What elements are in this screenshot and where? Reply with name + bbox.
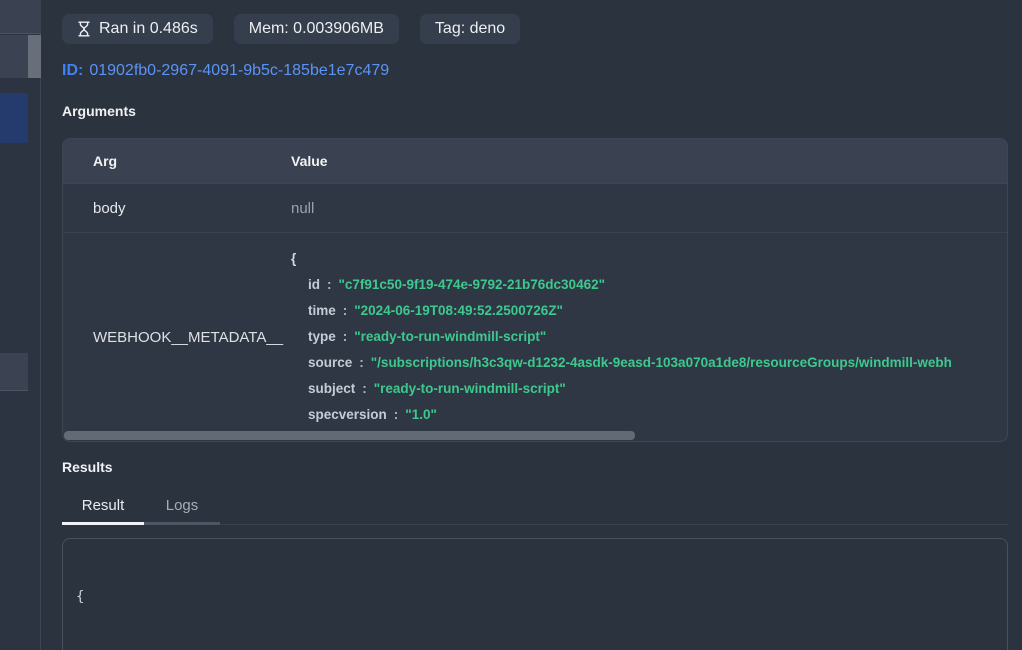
json-entry: source: "/subscriptions/h3c3qw-d1232-4asd… <box>291 350 1007 376</box>
tab-logs[interactable]: Logs <box>144 497 220 514</box>
json-key: type <box>308 329 336 344</box>
job-id-link[interactable]: 01902fb0-2967-4091-9b5c-185be1e7c479 <box>89 62 389 79</box>
table-row-webhook-metadata: WEBHOOK__METADATA__ { id: "c7f91c50-9f19-… <box>63 233 1007 441</box>
results-tabbar: Result Logs <box>62 493 1008 525</box>
sidebar-scrollbar-thumb[interactable] <box>28 35 41 78</box>
results-title: Results <box>62 459 113 475</box>
json-key: subject <box>308 381 355 396</box>
run-stats-row: Ran in 0.486s Mem: 0.003906MB Tag: deno <box>62 14 520 44</box>
arg-name-cell: WEBHOOK__METADATA__ <box>63 233 291 441</box>
json-colon: : <box>327 277 332 292</box>
json-value: "ready-to-run-windmill-script" <box>354 329 546 344</box>
json-colon: : <box>343 329 348 344</box>
tab-result-active-underline <box>62 522 144 525</box>
json-entry: time: "2024-06-19T08:49:52.2500726Z" <box>291 298 1007 324</box>
json-colon: : <box>343 303 348 318</box>
json-value: "1.0" <box>405 407 437 422</box>
json-colon: : <box>394 407 399 422</box>
arg-name-cell: body <box>63 200 291 217</box>
sidebar-item-selected[interactable] <box>0 93 28 143</box>
runtime-badge: Ran in 0.486s <box>62 14 213 44</box>
json-key: time <box>308 303 336 318</box>
json-object-viewer: { id: "c7f91c50-9f19-474e-9792-21b76dc304… <box>291 233 1007 441</box>
job-id-label: ID: <box>62 62 83 79</box>
json-entry: specversion: "1.0" <box>291 402 1007 428</box>
tab-result[interactable]: Result <box>62 497 144 514</box>
column-header-arg: Arg <box>63 153 291 169</box>
json-entry: subject: "ready-to-run-windmill-script" <box>291 376 1007 402</box>
json-key: specversion <box>308 407 387 422</box>
json-value: "ready-to-run-windmill-script" <box>374 381 566 396</box>
arguments-table-header: Arg Value <box>63 139 1007 184</box>
sidebar-list-item[interactable] <box>0 353 28 391</box>
json-value: "2024-06-19T08:49:52.2500726Z" <box>354 303 563 318</box>
horizontal-scrollbar-thumb[interactable] <box>64 431 635 440</box>
code-open-brace: { <box>76 587 1007 607</box>
tab-logs-underline <box>144 522 220 525</box>
result-json-output: { "str": "default arg", "union": "Hello … <box>62 538 1008 650</box>
job-id-row: ID: 01902fb0-2967-4091-9b5c-185be1e7c479 <box>62 62 389 80</box>
sidebar-header-block <box>0 0 41 34</box>
table-row-body: body null <box>63 184 1007 233</box>
memory-badge: Mem: 0.003906MB <box>234 14 399 44</box>
sidebar <box>0 0 41 650</box>
json-value: "c7f91c50-9f19-474e-9792-21b76dc30462" <box>339 277 606 292</box>
sidebar-list-item[interactable] <box>0 35 28 78</box>
hourglass-icon <box>77 21 91 37</box>
arg-value-cell: null <box>291 200 1007 217</box>
memory-badge-label: Mem: 0.003906MB <box>249 20 384 38</box>
json-colon: : <box>362 381 367 396</box>
json-key: source <box>308 355 352 370</box>
json-entry: id: "c7f91c50-9f19-474e-9792-21b76dc30462… <box>291 272 1007 298</box>
arguments-title: Arguments <box>62 103 136 119</box>
json-open-brace: { <box>291 246 1007 272</box>
tag-badge: Tag: deno <box>420 14 520 44</box>
runtime-badge-label: Ran in 0.486s <box>99 20 198 38</box>
json-colon: : <box>359 355 364 370</box>
tag-badge-label: Tag: deno <box>435 20 505 38</box>
column-header-value: Value <box>291 153 1007 169</box>
json-key: id <box>308 277 320 292</box>
json-value: "/subscriptions/h3c3qw-d1232-4asdk-9easd… <box>371 355 952 370</box>
arguments-table: Arg Value body null WEBHOOK__METADATA__ … <box>62 138 1008 442</box>
json-entry: type: "ready-to-run-windmill-script" <box>291 324 1007 350</box>
